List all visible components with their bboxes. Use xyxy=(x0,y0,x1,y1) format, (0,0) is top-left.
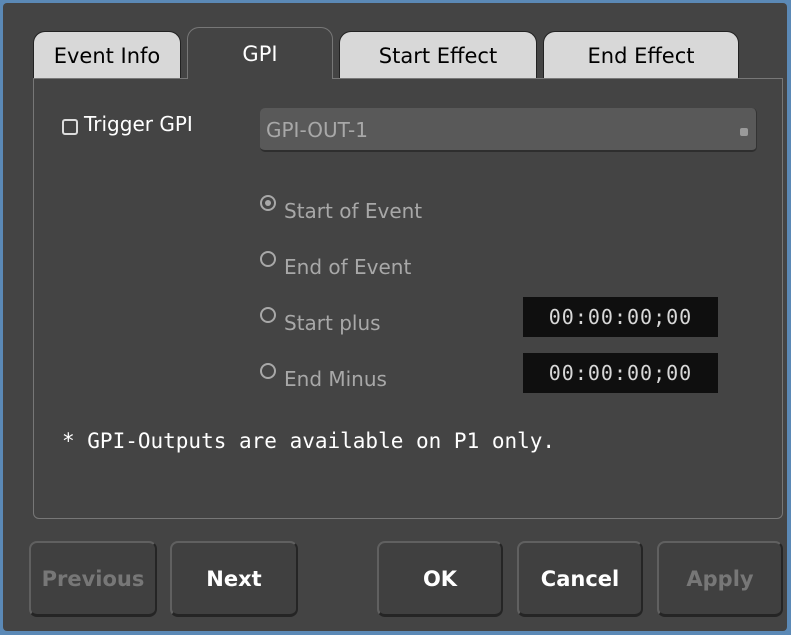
end-minus-label[interactable]: End Minus xyxy=(284,367,387,391)
gpi-dialog: Event Info GPI Start Effect End Effect T… xyxy=(3,3,787,631)
start-plus-radio[interactable] xyxy=(260,307,276,323)
end-of-event-label[interactable]: End of Event xyxy=(284,255,411,279)
end-of-event-radio[interactable] xyxy=(260,251,276,267)
start-plus-timecode-input[interactable]: 00:00:00;00 xyxy=(523,297,718,337)
tab-event-info[interactable]: Event Info xyxy=(33,31,181,79)
gpi-output-select[interactable]: GPI-OUT-1 xyxy=(260,108,757,152)
tab-start-effect[interactable]: Start Effect xyxy=(339,31,537,79)
dropdown-arrow-icon xyxy=(740,128,748,136)
apply-button[interactable]: Apply xyxy=(657,541,783,617)
gpi-availability-note: * GPI-Outputs are available on P1 only. xyxy=(62,429,556,453)
end-minus-timecode-input[interactable]: 00:00:00;00 xyxy=(523,353,718,393)
cancel-button[interactable]: Cancel xyxy=(517,541,643,617)
ok-button[interactable]: OK xyxy=(377,541,503,617)
start-plus-label[interactable]: Start plus xyxy=(284,311,381,335)
trigger-gpi-label[interactable]: Trigger GPI xyxy=(84,112,193,136)
gpi-panel: Trigger GPI GPI-OUT-1 Start of Event End… xyxy=(33,79,783,519)
start-of-event-label[interactable]: Start of Event xyxy=(284,199,422,223)
start-of-event-radio[interactable] xyxy=(260,195,276,211)
tab-gpi[interactable]: GPI xyxy=(187,27,333,79)
trigger-gpi-checkbox[interactable] xyxy=(62,119,78,135)
next-button[interactable]: Next xyxy=(170,541,298,617)
end-minus-radio[interactable] xyxy=(260,363,276,379)
gpi-output-value: GPI-OUT-1 xyxy=(266,118,368,142)
tab-end-effect[interactable]: End Effect xyxy=(543,31,739,79)
previous-button[interactable]: Previous xyxy=(29,541,157,617)
